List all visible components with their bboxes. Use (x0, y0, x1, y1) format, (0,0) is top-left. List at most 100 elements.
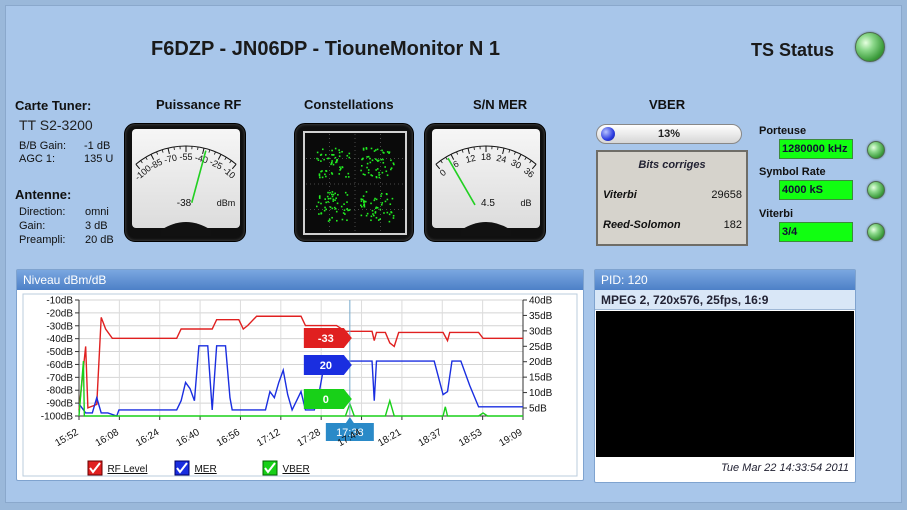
left-axis-label: -80dB (46, 386, 73, 397)
constellation-point (370, 202, 372, 205)
constellation-point (374, 158, 377, 160)
rf-meter-tick-label: -70 (163, 152, 178, 165)
constellation-point (331, 149, 333, 152)
constellation-point (338, 173, 341, 175)
constellation-point (325, 201, 327, 204)
constellation-point (329, 197, 332, 200)
right-axis-label: 40dB (529, 296, 553, 307)
constellation-point (327, 220, 330, 222)
vber-label: VBER (649, 97, 686, 112)
legend-rf[interactable]: RF Level (87, 459, 147, 477)
bb-gain-label: B/B Gain: (19, 140, 67, 152)
constellation-point (319, 176, 321, 179)
vber-checkbox-icon[interactable] (262, 460, 278, 476)
viterbi-status-label: Viterbi (759, 208, 794, 220)
constellation-point (360, 214, 363, 217)
constellation-point (327, 191, 329, 194)
constellation-point (361, 165, 363, 167)
mer-meter-tick-label: 0 (438, 167, 448, 178)
constellation-point (343, 209, 346, 212)
constellation-point (316, 205, 318, 208)
constellation-point (341, 150, 343, 153)
constellation-point (331, 216, 333, 219)
viterbi-bits-value: 29658 (711, 189, 742, 201)
legend-mer-label[interactable]: MER (194, 464, 216, 475)
constellation-point (376, 168, 379, 170)
monitor-window: F6DZP - JN06DP - TiouneMonitor N 1 TS St… (5, 5, 902, 503)
left-axis-label: -60dB (46, 360, 73, 371)
right-axis-label: 15dB (529, 373, 553, 384)
constellation-point (320, 202, 322, 205)
constellation-point (332, 193, 335, 196)
constellation-point (370, 147, 373, 150)
constellation-point (327, 197, 330, 200)
mer-meter-label: S/N MER (473, 97, 528, 112)
porteuse-label: Porteuse (759, 125, 807, 137)
direction-value: omni (85, 206, 109, 218)
mer-meter-tick-label: 18 (481, 152, 491, 162)
constellation-point (381, 202, 384, 204)
right-axis-label: 25dB (529, 342, 553, 353)
mer-meter-minor-tick (440, 160, 443, 164)
mer-checkbox-icon[interactable] (174, 460, 190, 476)
level-chart: -3320017:38 -10dB-20dB-30dB-40dB-50dB-60… (22, 293, 578, 477)
rf-meter-minor-tick (156, 151, 159, 155)
constellation-point (382, 161, 385, 164)
constellation-point (346, 154, 349, 157)
constellation-point (367, 169, 370, 171)
cursor-mer-label: 20 (303, 355, 352, 375)
mer-meter-minor-tick (529, 160, 532, 164)
constellation-point (362, 149, 365, 151)
left-axis-label: -100dB (41, 412, 74, 423)
cursor-vber-label: 0 (303, 389, 352, 409)
constellation-point (336, 202, 339, 205)
constellation-point (335, 197, 337, 200)
mer-meter-tick-label: 30 (509, 157, 522, 170)
rf-meter-minor-tick (140, 160, 143, 164)
direction-label: Direction: (19, 206, 66, 218)
video-panel-title: PID: 120 (595, 270, 855, 290)
constellation-point (375, 207, 377, 210)
constellation-point (369, 161, 372, 164)
constellation-point (385, 170, 388, 173)
legend-rf-label[interactable]: RF Level (107, 464, 147, 475)
left-axis-label: -50dB (46, 347, 73, 358)
constellation-point (379, 218, 381, 221)
constellation-point (390, 168, 392, 171)
page-title: F6DZP - JN06DP - TiouneMonitor N 1 (151, 38, 500, 60)
video-display[interactable] (596, 311, 854, 457)
chart-panel-title: Niveau dBm/dB (17, 270, 583, 290)
constellation-point (347, 176, 350, 178)
constellation-point (346, 219, 348, 222)
constellation-point (324, 154, 327, 156)
rf-meter-tick-label: -10 (221, 165, 237, 181)
constellation-display (294, 123, 414, 242)
legend-vber-label[interactable]: VBER (282, 464, 309, 475)
constellation-point (336, 219, 338, 222)
constellation-point (383, 212, 385, 214)
constellation-point (331, 173, 334, 175)
constellation-point (333, 206, 336, 209)
constellation-point (382, 158, 384, 161)
constellation-point (346, 194, 349, 196)
constellation-point (374, 197, 376, 200)
legend-mer[interactable]: MER (174, 459, 217, 477)
constellation-point (362, 195, 365, 197)
tuner-heading: Carte Tuner: (15, 98, 92, 113)
rf-checkbox-icon[interactable] (87, 460, 103, 476)
vber-progress-bar: 13% (596, 124, 742, 144)
cursor-vber-label-text: 0 (323, 394, 329, 406)
constellation-point (325, 169, 327, 172)
constellation-point (340, 167, 342, 170)
constellation-point (365, 147, 368, 149)
agc-value: 135 U (84, 153, 114, 165)
symbol-rate-led-icon (867, 181, 885, 199)
legend-vber[interactable]: VBER (262, 459, 310, 477)
mer-meter: 0 6 12 18 24 30 36 4.5 dB (424, 123, 546, 242)
right-axis-label: 35dB (529, 311, 553, 322)
constellation-point (374, 149, 377, 151)
constellation-label: Constellations (304, 97, 394, 112)
left-axis-label: -30dB (46, 321, 73, 332)
rf-meter-value: -38 (177, 198, 192, 209)
constellation-point (343, 203, 345, 205)
